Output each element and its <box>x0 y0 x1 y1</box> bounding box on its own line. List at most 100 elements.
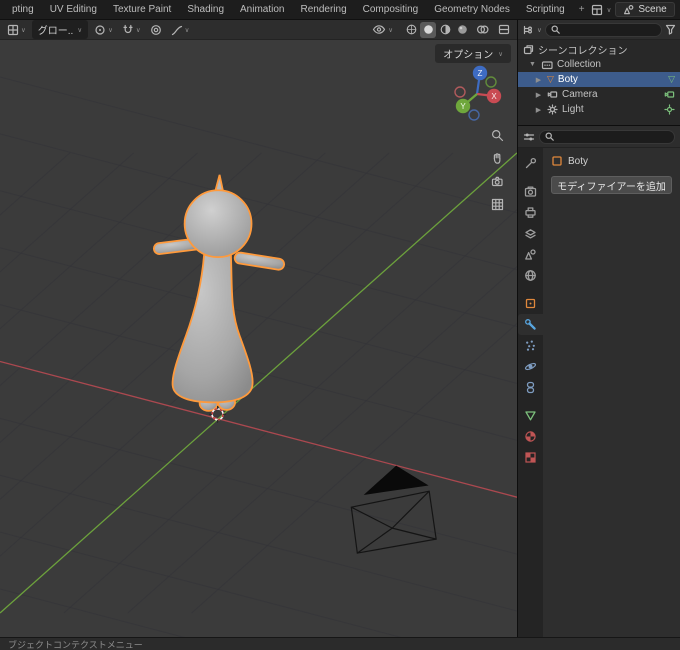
outliner-row-light[interactable]: ▶ Light <box>518 102 680 117</box>
viewport-header-right: ∨ <box>369 21 513 38</box>
outliner-item-label: Camera <box>562 89 598 100</box>
properties-tab-strip <box>518 148 543 637</box>
scene-collection-icon <box>523 44 534 55</box>
properties-tab-particles[interactable] <box>518 335 543 356</box>
workspace-tab-sculpting[interactable]: pting <box>4 0 42 19</box>
properties-tab-constraints[interactable] <box>518 377 543 398</box>
properties-tab-modifiers[interactable] <box>518 314 543 335</box>
blender-window: pting UV Editing Texture Paint Shading A… <box>0 0 680 650</box>
snap-magnet-button[interactable]: ∨ <box>119 22 144 38</box>
falloff-button[interactable]: ∨ <box>168 22 193 38</box>
disclosure-closed-icon[interactable]: ▶ <box>534 106 543 114</box>
light-object-icon <box>547 104 558 115</box>
scene-icon <box>623 4 634 15</box>
workspace-tabs: pting UV Editing Texture Paint Shading A… <box>4 0 591 19</box>
toggle-ortho-button[interactable] <box>488 195 506 213</box>
chevron-down-icon: ∨ <box>498 50 503 58</box>
viewport-editor-type-button[interactable]: ∨ <box>4 22 29 38</box>
solid-shading-button[interactable] <box>420 21 436 38</box>
properties-tab-material[interactable] <box>518 426 543 447</box>
chevron-down-icon: ∨ <box>77 26 83 34</box>
workspace-tab-geometry-nodes[interactable]: Geometry Nodes <box>426 0 518 19</box>
axis-x-label: X <box>491 92 497 101</box>
properties-tab-physics[interactable] <box>518 356 543 377</box>
proportional-edit-button[interactable] <box>147 22 165 38</box>
camera-object[interactable] <box>350 465 437 554</box>
outliner-row-scene-collection[interactable]: シーンコレクション <box>518 42 680 57</box>
world-axes <box>0 152 517 614</box>
workspace-tab-uv-editing[interactable]: UV Editing <box>42 0 105 19</box>
outliner-search[interactable] <box>544 22 662 37</box>
light-data-icon <box>664 104 675 115</box>
collection-label: Collection <box>557 59 601 70</box>
properties-tab-render[interactable] <box>518 181 543 202</box>
editor-type-icon[interactable] <box>591 4 603 16</box>
chevron-down-icon: ∨ <box>108 26 113 34</box>
right-panel: ∨ シーンコレクション ▼ Collection ▶ ▽ Boty ▽ ▶ Ca… <box>518 20 680 637</box>
properties-tab-object[interactable] <box>518 293 543 314</box>
workspace-tab-compositing[interactable]: Compositing <box>355 0 427 19</box>
chevron-down-icon: ∨ <box>21 26 26 34</box>
options-dropdown[interactable]: オプション ∨ <box>435 44 511 63</box>
material-preview-button[interactable] <box>437 22 453 38</box>
wireframe-shading-button[interactable] <box>403 22 419 38</box>
properties-tab-texture[interactable] <box>518 447 543 468</box>
xray-button[interactable] <box>495 22 513 37</box>
pivot-point-button[interactable]: ∨ <box>91 22 116 38</box>
pan-hand-button[interactable] <box>488 149 506 167</box>
properties-tab-scene[interactable] <box>518 244 543 265</box>
disclosure-closed-icon[interactable]: ▶ <box>534 76 543 84</box>
outliner-search-input[interactable] <box>562 24 656 35</box>
transform-orientation-dropdown[interactable]: グロー.. ∨ <box>31 20 89 39</box>
workspace-tab-texture-paint[interactable]: Texture Paint <box>105 0 179 19</box>
properties-tab-tool[interactable] <box>518 153 543 174</box>
disclosure-closed-icon[interactable]: ▶ <box>534 91 543 99</box>
visibility-eye-button[interactable]: ∨ <box>369 22 396 37</box>
rendered-shading-button[interactable] <box>454 22 470 38</box>
scene-area: ∨ Scene × <box>591 2 680 17</box>
viewport-3d[interactable]: オプション ∨ Z X Y <box>0 40 517 637</box>
modifier-properties: Boty モディファイアーを追加 <box>543 148 680 637</box>
overlays-button[interactable] <box>473 22 492 37</box>
add-modifier-button[interactable]: モディファイアーを追加 <box>551 176 672 194</box>
camera-view-button[interactable] <box>488 172 506 190</box>
outliner-row-camera[interactable]: ▶ Camera <box>518 87 680 102</box>
properties-tab-object-data[interactable] <box>518 405 543 426</box>
axis-y-negative[interactable] <box>485 76 497 88</box>
axis-x-negative[interactable] <box>454 86 466 98</box>
zoom-button[interactable] <box>488 126 506 144</box>
properties-search[interactable] <box>539 129 675 144</box>
search-icon <box>551 25 560 34</box>
outliner-header: ∨ <box>518 20 680 40</box>
filter-icon[interactable] <box>665 24 676 35</box>
chevron-down-icon: ∨ <box>388 26 393 34</box>
workspace-tab-scripting[interactable]: Scripting <box>518 0 573 19</box>
axis-y-label: Y <box>460 102 466 111</box>
workspace-tab-rendering[interactable]: Rendering <box>292 0 354 19</box>
outliner-row-boty[interactable]: ▶ ▽ Boty ▽ <box>518 72 680 87</box>
chevron-down-icon: ∨ <box>606 6 612 14</box>
outliner-editor-icon[interactable] <box>522 24 534 36</box>
camera-object-icon <box>547 90 558 99</box>
outliner-row-collection[interactable]: ▼ Collection <box>518 57 680 72</box>
properties-tab-world[interactable] <box>518 265 543 286</box>
floor-grid <box>0 76 517 637</box>
scene-selector[interactable]: Scene <box>615 2 675 17</box>
scene-name: Scene <box>638 4 667 15</box>
properties-search-input[interactable] <box>557 131 669 142</box>
outliner-tree: シーンコレクション ▼ Collection ▶ ▽ Boty ▽ ▶ Came… <box>518 40 680 119</box>
axis-z-negative[interactable] <box>468 109 480 121</box>
workspace-tab-shading[interactable]: Shading <box>179 0 232 19</box>
properties-tab-view-layer[interactable] <box>518 223 543 244</box>
properties-tab-output[interactable] <box>518 202 543 223</box>
properties-editor-icon[interactable] <box>523 131 535 143</box>
add-workspace-button[interactable]: + <box>573 0 591 19</box>
workspace-tab-animation[interactable]: Animation <box>232 0 292 19</box>
status-bar: ブジェクトコンテクストメニュー <box>0 637 680 650</box>
outliner-panel: ∨ シーンコレクション ▼ Collection ▶ ▽ Boty ▽ ▶ Ca… <box>518 20 680 126</box>
mesh-data-icon: ▽ <box>668 74 675 84</box>
properties-body: Boty モディファイアーを追加 <box>518 148 680 637</box>
disclosure-open-icon[interactable]: ▼ <box>528 61 537 68</box>
navigation-gizmo[interactable]: Z X Y <box>447 64 507 124</box>
main-area: ∨ グロー.. ∨ ∨ ∨ ∨ ∨ オプション ∨ Z X Y ∨ シーンコレク… <box>0 20 680 637</box>
